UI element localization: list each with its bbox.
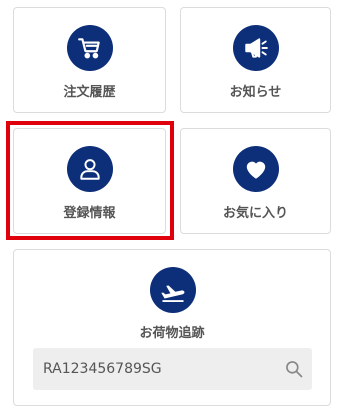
airplane-icon <box>150 267 196 313</box>
cart-icon <box>67 25 113 71</box>
favorites-label: お気に入り <box>222 206 288 221</box>
user-icon <box>67 146 113 192</box>
notices-label: お知らせ <box>229 85 282 100</box>
notices-tile[interactable]: お知らせ <box>180 7 331 113</box>
megaphone-icon <box>233 25 279 71</box>
heart-icon <box>233 146 279 192</box>
registration-info-tile[interactable]: 登録情報 <box>13 128 166 234</box>
search-button[interactable] <box>282 357 306 381</box>
order-history-tile[interactable]: 注文履歴 <box>13 7 166 113</box>
tracking-number-input[interactable] <box>33 348 273 390</box>
search-icon <box>286 361 303 378</box>
package-tracking-label: お荷物追跡 <box>139 326 205 341</box>
favorites-tile[interactable]: お気に入り <box>180 128 331 234</box>
registration-info-label: 登録情報 <box>63 206 116 221</box>
mypage-menu: 注文履歴 お知らせ 登録情報 お気に入り お荷物追跡 RA123456789SG <box>0 0 345 419</box>
order-history-label: 注文履歴 <box>63 85 116 100</box>
tracking-search-box <box>33 348 312 390</box>
